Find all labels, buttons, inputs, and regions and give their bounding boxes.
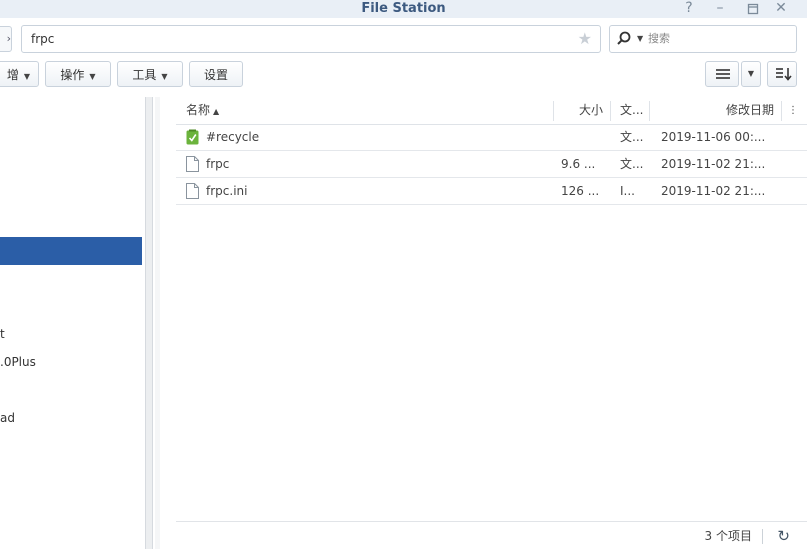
recycle-folder-icon	[186, 129, 199, 145]
favorite-star-icon[interactable]: ★	[578, 26, 592, 52]
file-name: frpc.ini	[206, 184, 248, 198]
folder-tree-panel: t .0Plus ad	[0, 97, 144, 549]
action-label: 操作	[60, 68, 85, 82]
close-icon[interactable]: ✕	[772, 0, 790, 17]
search-dropdown-icon[interactable]: ▼	[637, 26, 643, 52]
chevron-down-icon: ▼	[89, 72, 96, 81]
column-divider[interactable]	[781, 101, 782, 121]
forward-button[interactable]: ›	[0, 26, 12, 52]
tools-label: 工具	[132, 68, 157, 82]
action-button[interactable]: 操作 ▼	[45, 61, 111, 87]
table-row[interactable]: #recycle 文... 2019-11-06 00:...	[176, 124, 807, 151]
chevron-down-icon: ▼	[747, 69, 755, 78]
maximize-icon[interactable]	[744, 0, 762, 17]
file-name: #recycle	[206, 130, 260, 144]
search-placeholder: 搜索	[648, 32, 670, 45]
item-count: 3 个项目	[704, 529, 752, 543]
status-divider	[762, 529, 763, 544]
folder-tree-item[interactable]: .0Plus	[0, 354, 36, 370]
folder-tree-item[interactable]: ad	[0, 410, 15, 426]
column-header-size[interactable]: 大小	[579, 97, 603, 124]
refresh-icon[interactable]: ↻	[777, 528, 790, 544]
create-label: 增	[6, 68, 19, 82]
list-view-icon	[716, 69, 730, 79]
search-input[interactable]: ▼ 搜索	[609, 25, 797, 53]
sort-button[interactable]	[767, 61, 797, 87]
file-size: 9.6 ...	[561, 157, 596, 171]
file-type: 文...	[620, 157, 644, 171]
list-view-button[interactable]	[705, 61, 739, 87]
file-icon	[186, 183, 199, 199]
path-field[interactable]: frpc ★	[21, 25, 601, 53]
file-name: frpc	[206, 157, 230, 171]
title-bar: File Station ? – ✕	[0, 0, 807, 18]
file-modified: 2019-11-02 21:...	[661, 157, 766, 171]
chevron-down-icon: ▼	[161, 72, 168, 81]
file-list-header: 名称 ▲ 大小 文... 修改日期 ⋮	[176, 97, 807, 125]
column-menu-icon[interactable]: ⋮	[788, 97, 798, 124]
chevron-down-icon: ▼	[23, 72, 30, 81]
selected-folder-item[interactable]	[0, 237, 142, 265]
help-icon[interactable]: ?	[680, 0, 698, 17]
minimize-icon[interactable]: –	[711, 0, 729, 17]
file-modified: 2019-11-02 21:...	[661, 184, 766, 198]
search-icon	[617, 31, 631, 45]
settings-label: 设置	[203, 68, 228, 82]
file-type: 文...	[620, 130, 644, 144]
file-icon	[186, 156, 199, 172]
status-bar: 3 个项目 ↻	[176, 521, 807, 550]
column-header-modified[interactable]: 修改日期	[726, 97, 774, 124]
sort-asc-icon: ▲	[213, 107, 220, 116]
table-row[interactable]: frpc 9.6 ... 文... 2019-11-02 21:...	[176, 151, 807, 178]
toolbar: 增 ▼ 操作 ▼ 工具 ▼ 设置 ▼	[0, 60, 807, 90]
file-modified: 2019-11-06 00:...	[661, 130, 766, 144]
panel-splitter-shadow	[155, 97, 160, 549]
create-button[interactable]: 增 ▼	[0, 61, 39, 87]
path-text: frpc	[31, 32, 55, 46]
view-dropdown-button[interactable]: ▼	[741, 61, 761, 87]
path-row: › frpc ★ ▼ 搜索	[0, 24, 807, 54]
column-header-name[interactable]: 名称 ▲	[186, 97, 219, 125]
column-header-type[interactable]: 文...	[620, 97, 643, 124]
table-row[interactable]: frpc.ini 126 ... I... 2019-11-02 21:...	[176, 178, 807, 205]
folder-tree-item[interactable]: t	[0, 326, 5, 342]
file-size: 126 ...	[561, 184, 600, 198]
panel-splitter[interactable]	[145, 97, 153, 549]
file-type: I...	[620, 184, 635, 198]
column-divider[interactable]	[553, 101, 554, 121]
column-divider[interactable]	[610, 101, 611, 121]
settings-button[interactable]: 设置	[189, 61, 243, 87]
column-divider[interactable]	[649, 101, 650, 121]
tools-button[interactable]: 工具 ▼	[117, 61, 183, 87]
sort-icon	[776, 68, 792, 81]
